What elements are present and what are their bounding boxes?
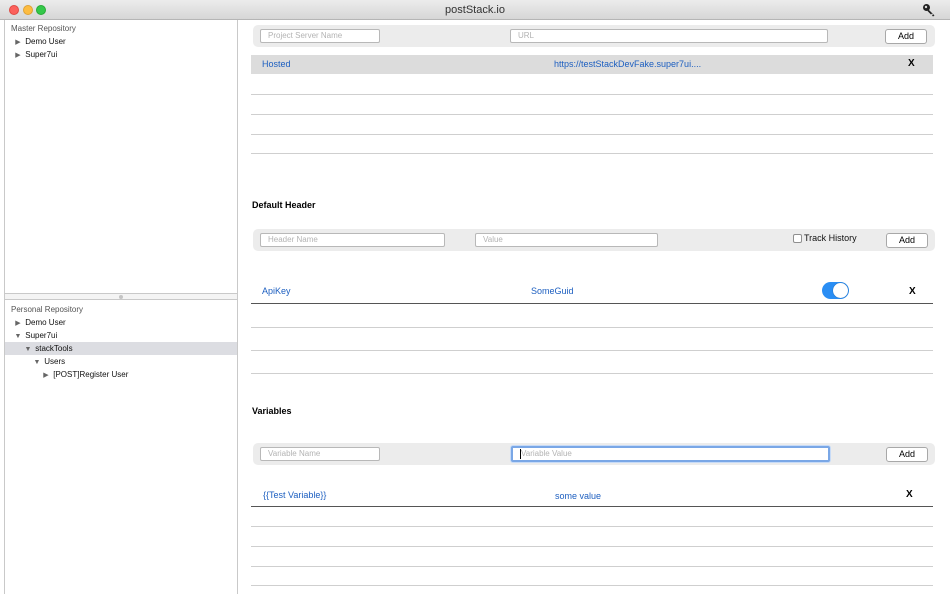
tree-item-register-user[interactable]: ▶ [POST]Register User xyxy=(5,368,237,381)
track-history-checkbox[interactable] xyxy=(793,234,802,243)
project-server-name-input[interactable]: Project Server Name xyxy=(260,29,380,43)
disclosure-right-icon[interactable]: ▶ xyxy=(13,49,23,62)
remove-server-button[interactable]: X xyxy=(908,58,915,69)
row-divider xyxy=(251,373,933,374)
tree-item-label: stackTools xyxy=(35,344,73,353)
toggle-knob xyxy=(833,283,848,298)
remove-variable-button[interactable]: X xyxy=(906,489,913,500)
add-server-button[interactable]: Add xyxy=(885,29,927,44)
header-input-bar: Header Name Value Track History Add xyxy=(253,229,935,251)
master-repository-header: Master Repository xyxy=(11,24,76,33)
server-url[interactable]: https://testStackDevFake.super7ui.... xyxy=(554,59,701,69)
add-variable-button[interactable]: Add xyxy=(886,447,928,462)
tree-item-demo-user[interactable]: ▶ Demo User xyxy=(5,35,237,48)
tree-item-super7ui[interactable]: ▼ Super7ui xyxy=(5,329,237,342)
main-content: Project Server Name URL Add Hosted https… xyxy=(238,20,950,594)
header-name-input[interactable]: Header Name xyxy=(260,233,445,247)
header-enabled-toggle[interactable] xyxy=(822,282,849,299)
pane-splitter[interactable] xyxy=(5,294,237,300)
server-input-bar: Project Server Name URL Add xyxy=(253,25,935,47)
tree-item-label: Users xyxy=(44,357,66,366)
header-name[interactable]: ApiKey xyxy=(262,286,291,296)
tree-item-users[interactable]: ▼ Users xyxy=(5,355,237,368)
row-divider xyxy=(251,134,933,135)
app-window: postStack.io Master Repository ▶ Demo Us… xyxy=(0,0,950,594)
variable-value-input[interactable]: Variable Value xyxy=(511,446,830,462)
tree-item-label: Super7ui xyxy=(25,50,58,59)
row-divider xyxy=(251,114,933,115)
tree-item-label: [POST]Register User xyxy=(53,370,129,379)
default-header-title: Default Header xyxy=(252,200,316,210)
personal-repository-header: Personal Repository xyxy=(11,305,84,314)
tree-item-demo-user[interactable]: ▶ Demo User xyxy=(5,316,237,329)
variable-input-bar: Variable Name Variable Value Add xyxy=(253,443,935,465)
tree-item-label: Demo User xyxy=(25,37,66,46)
row-divider xyxy=(251,94,933,95)
track-history-label[interactable]: Track History xyxy=(804,233,857,243)
disclosure-right-icon[interactable]: ▶ xyxy=(41,369,51,382)
row-divider xyxy=(251,566,933,567)
tree-item-stacktools[interactable]: ▼ stackTools xyxy=(5,342,237,355)
variable-value[interactable]: some value xyxy=(555,491,601,501)
title-bar: postStack.io xyxy=(0,0,950,20)
row-divider xyxy=(251,546,933,547)
window-title: postStack.io xyxy=(445,4,505,16)
server-row[interactable]: Hosted https://testStackDevFake.super7ui… xyxy=(251,55,933,74)
row-divider xyxy=(251,303,933,304)
variable-value-placeholder: Variable Value xyxy=(521,449,572,459)
server-name[interactable]: Hosted xyxy=(262,59,291,69)
key-icon[interactable] xyxy=(922,3,936,17)
variable-name-input[interactable]: Variable Name xyxy=(260,447,380,461)
row-divider xyxy=(251,585,933,586)
row-divider xyxy=(251,506,933,507)
row-divider xyxy=(251,327,933,328)
splitter-handle-icon[interactable] xyxy=(119,295,123,299)
sidebar: Master Repository ▶ Demo User ▶ Super7ui… xyxy=(4,20,238,594)
tree-item-super7ui[interactable]: ▶ Super7ui xyxy=(5,48,237,61)
tree-item-label: Demo User xyxy=(25,318,66,327)
variables-title: Variables xyxy=(252,406,292,416)
add-header-button[interactable]: Add xyxy=(886,233,928,248)
row-divider xyxy=(251,526,933,527)
tree-item-label: Super7ui xyxy=(25,331,58,340)
server-url-input[interactable]: URL xyxy=(510,29,828,43)
row-divider xyxy=(251,153,933,154)
personal-repository-pane: Personal Repository ▶ Demo User ▼ Super7… xyxy=(5,301,237,594)
master-repository-pane: Master Repository ▶ Demo User ▶ Super7ui xyxy=(5,20,237,294)
remove-header-button[interactable]: X xyxy=(909,286,916,297)
header-value[interactable]: SomeGuid xyxy=(531,286,574,296)
row-divider xyxy=(251,350,933,351)
variable-name[interactable]: {{Test Variable}} xyxy=(263,490,326,500)
header-value-input[interactable]: Value xyxy=(475,233,658,247)
